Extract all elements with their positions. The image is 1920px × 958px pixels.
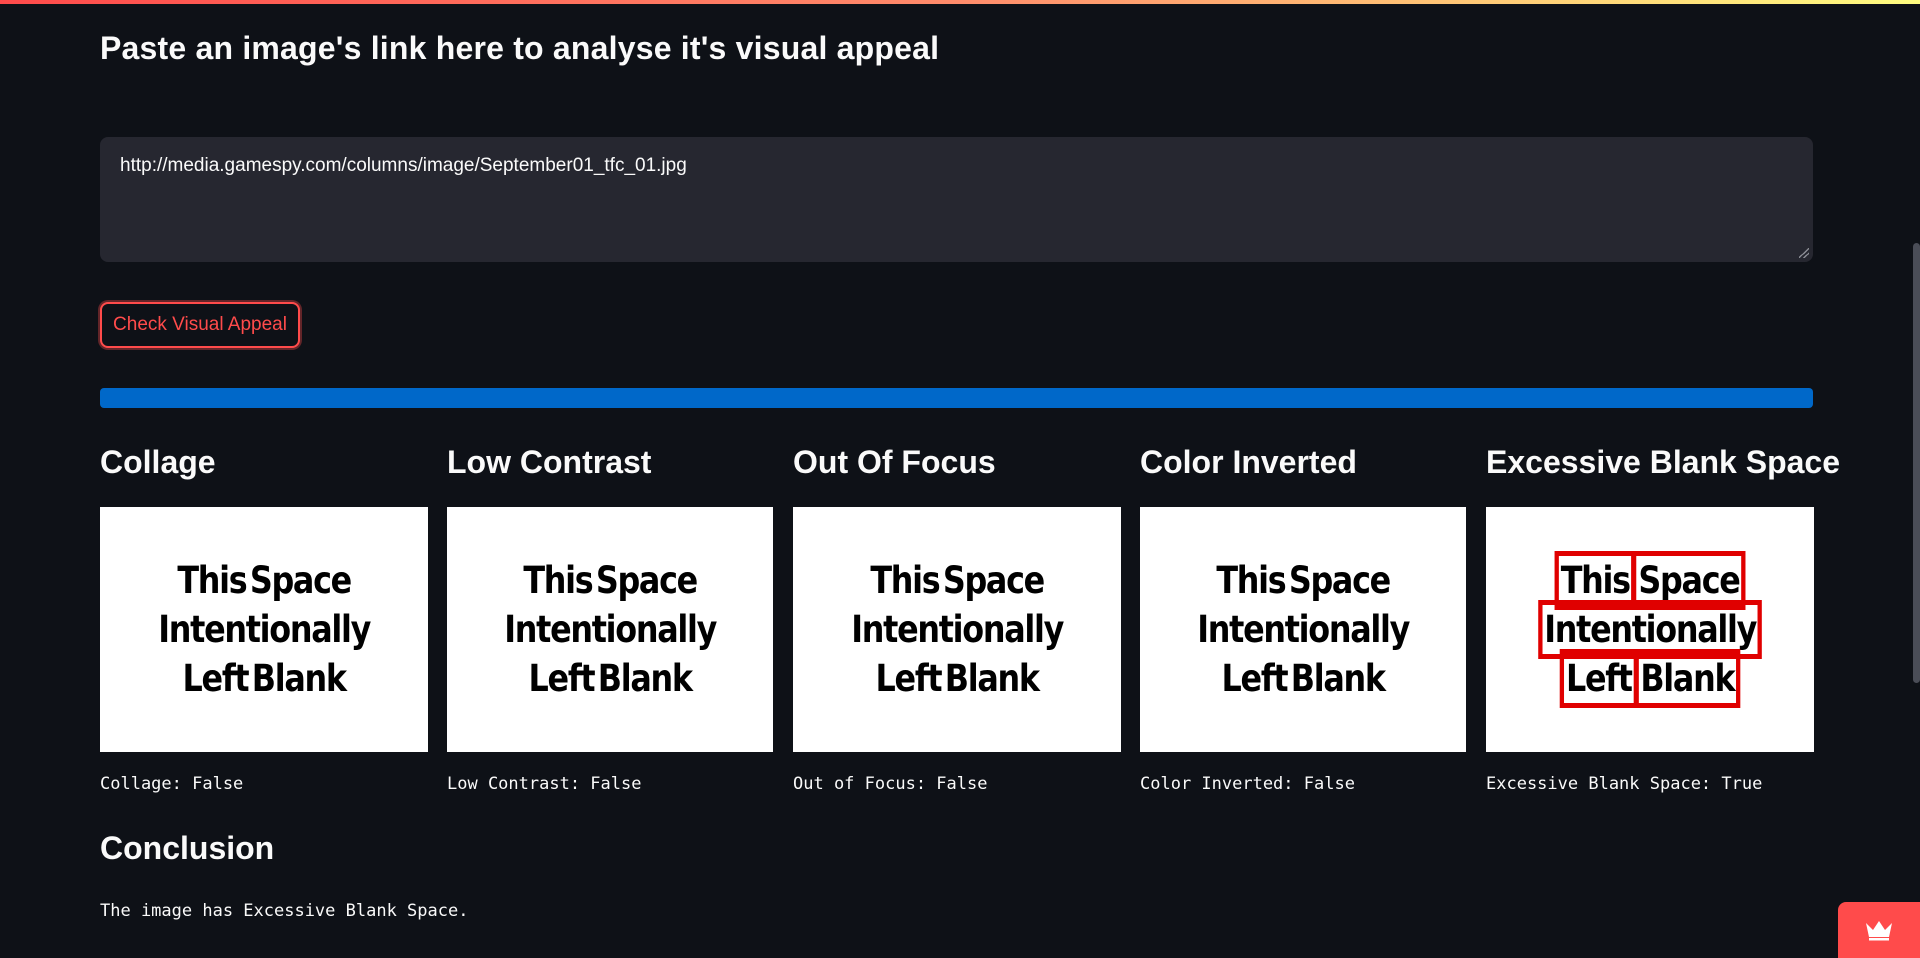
thumbnail-word: Space: [595, 559, 698, 602]
thumbnail-word: This: [177, 559, 247, 602]
check-column-low-contrast: Low Contrast ThisSpace Intentionally Lef…: [447, 440, 775, 794]
thumbnail-word: Blank: [944, 657, 1040, 700]
check-title: Collage: [100, 444, 216, 480]
check-title: Excessive Blank Space: [1486, 444, 1841, 480]
check-title: Out Of Focus: [793, 444, 996, 480]
thumbnail-word: Space: [1288, 559, 1391, 602]
check-result: Low Contrast: False: [447, 774, 642, 794]
thumbnail-word: Intentionally: [158, 608, 371, 651]
detected-word-box: This: [1554, 551, 1636, 610]
conclusion-text: The image has Excessive Blank Space.: [100, 901, 469, 921]
page-title: Paste an image's link here to analyse it…: [100, 30, 940, 66]
check-result: Out of Focus: False: [793, 774, 988, 794]
check-column-color-inverted: Color Inverted ThisSpace Intentionally L…: [1140, 440, 1468, 794]
check-column-collage: Collage ThisSpace Intentionally LeftBlan…: [100, 440, 428, 794]
detected-word-box: Space: [1632, 551, 1746, 610]
progress-bar: [100, 388, 1813, 408]
thumbnail-text: ThisSpace Intentionally LeftBlank: [1538, 551, 1762, 708]
thumbnail-word: Left: [1221, 657, 1288, 700]
detected-word-box: Intentionally: [1538, 600, 1762, 659]
thumbnail-word: Left: [528, 657, 595, 700]
thumbnail-word: Blank: [1290, 657, 1386, 700]
crown-icon: [1866, 921, 1892, 941]
thumbnail-text: ThisSpace Intentionally LeftBlank: [156, 556, 371, 703]
result-thumbnail: ThisSpace Intentionally LeftBlank: [447, 507, 773, 752]
detected-word-box: Left: [1559, 649, 1638, 708]
detected-word-box: Blank: [1634, 649, 1741, 708]
check-visual-appeal-button[interactable]: Check Visual Appeal: [100, 302, 300, 348]
result-thumbnail: ThisSpace Intentionally LeftBlank: [100, 507, 428, 752]
vertical-scrollbar[interactable]: [1913, 243, 1920, 683]
check-result: Excessive Blank Space: True: [1486, 774, 1763, 794]
check-result: Color Inverted: False: [1140, 774, 1355, 794]
thumbnail-word: Space: [249, 559, 352, 602]
resize-handle[interactable]: [1799, 248, 1809, 258]
check-column-out-of-focus: Out Of Focus ThisSpace Intentionally Lef…: [793, 440, 1121, 794]
progress-fill: [100, 388, 1813, 408]
result-thumbnail: ThisSpace Intentionally LeftBlank: [1140, 507, 1466, 752]
thumbnail-word: Space: [942, 559, 1045, 602]
thumbnail-text: ThisSpace Intentionally LeftBlank: [502, 556, 717, 703]
main-content: Paste an image's link here to analyse it…: [100, 0, 1841, 958]
thumbnail-word: Intentionally: [504, 608, 717, 651]
check-title: Low Contrast: [447, 444, 652, 480]
thumbnail-word: Left: [182, 657, 249, 700]
thumbnail-word: This: [523, 559, 593, 602]
image-url-value: http://media.gamespy.com/columns/image/S…: [120, 155, 687, 176]
result-thumbnail: ThisSpace Intentionally LeftBlank: [793, 507, 1121, 752]
thumbnail-word: This: [870, 559, 940, 602]
check-result: Collage: False: [100, 774, 244, 794]
image-url-input[interactable]: http://media.gamespy.com/columns/image/S…: [100, 137, 1813, 262]
thumbnail-word: Blank: [251, 657, 347, 700]
check-title: Color Inverted: [1140, 444, 1357, 480]
thumbnail-word: Intentionally: [851, 608, 1064, 651]
thumbnail-word: This: [1216, 559, 1286, 602]
thumbnail-word: Intentionally: [1197, 608, 1410, 651]
thumbnail-text: ThisSpace Intentionally LeftBlank: [849, 556, 1064, 703]
thumbnail-word: Left: [875, 657, 942, 700]
result-thumbnail-annotated: This Space Intentionally Left Blank: [1486, 507, 1814, 752]
crown-badge-button[interactable]: [1838, 902, 1920, 958]
conclusion-heading: Conclusion: [100, 830, 275, 866]
thumbnail-text: ThisSpace Intentionally LeftBlank: [1195, 556, 1410, 703]
check-column-excessive-blank-space: Excessive Blank Space This Space Intentio…: [1486, 440, 1841, 794]
thumbnail-word: Blank: [597, 657, 693, 700]
